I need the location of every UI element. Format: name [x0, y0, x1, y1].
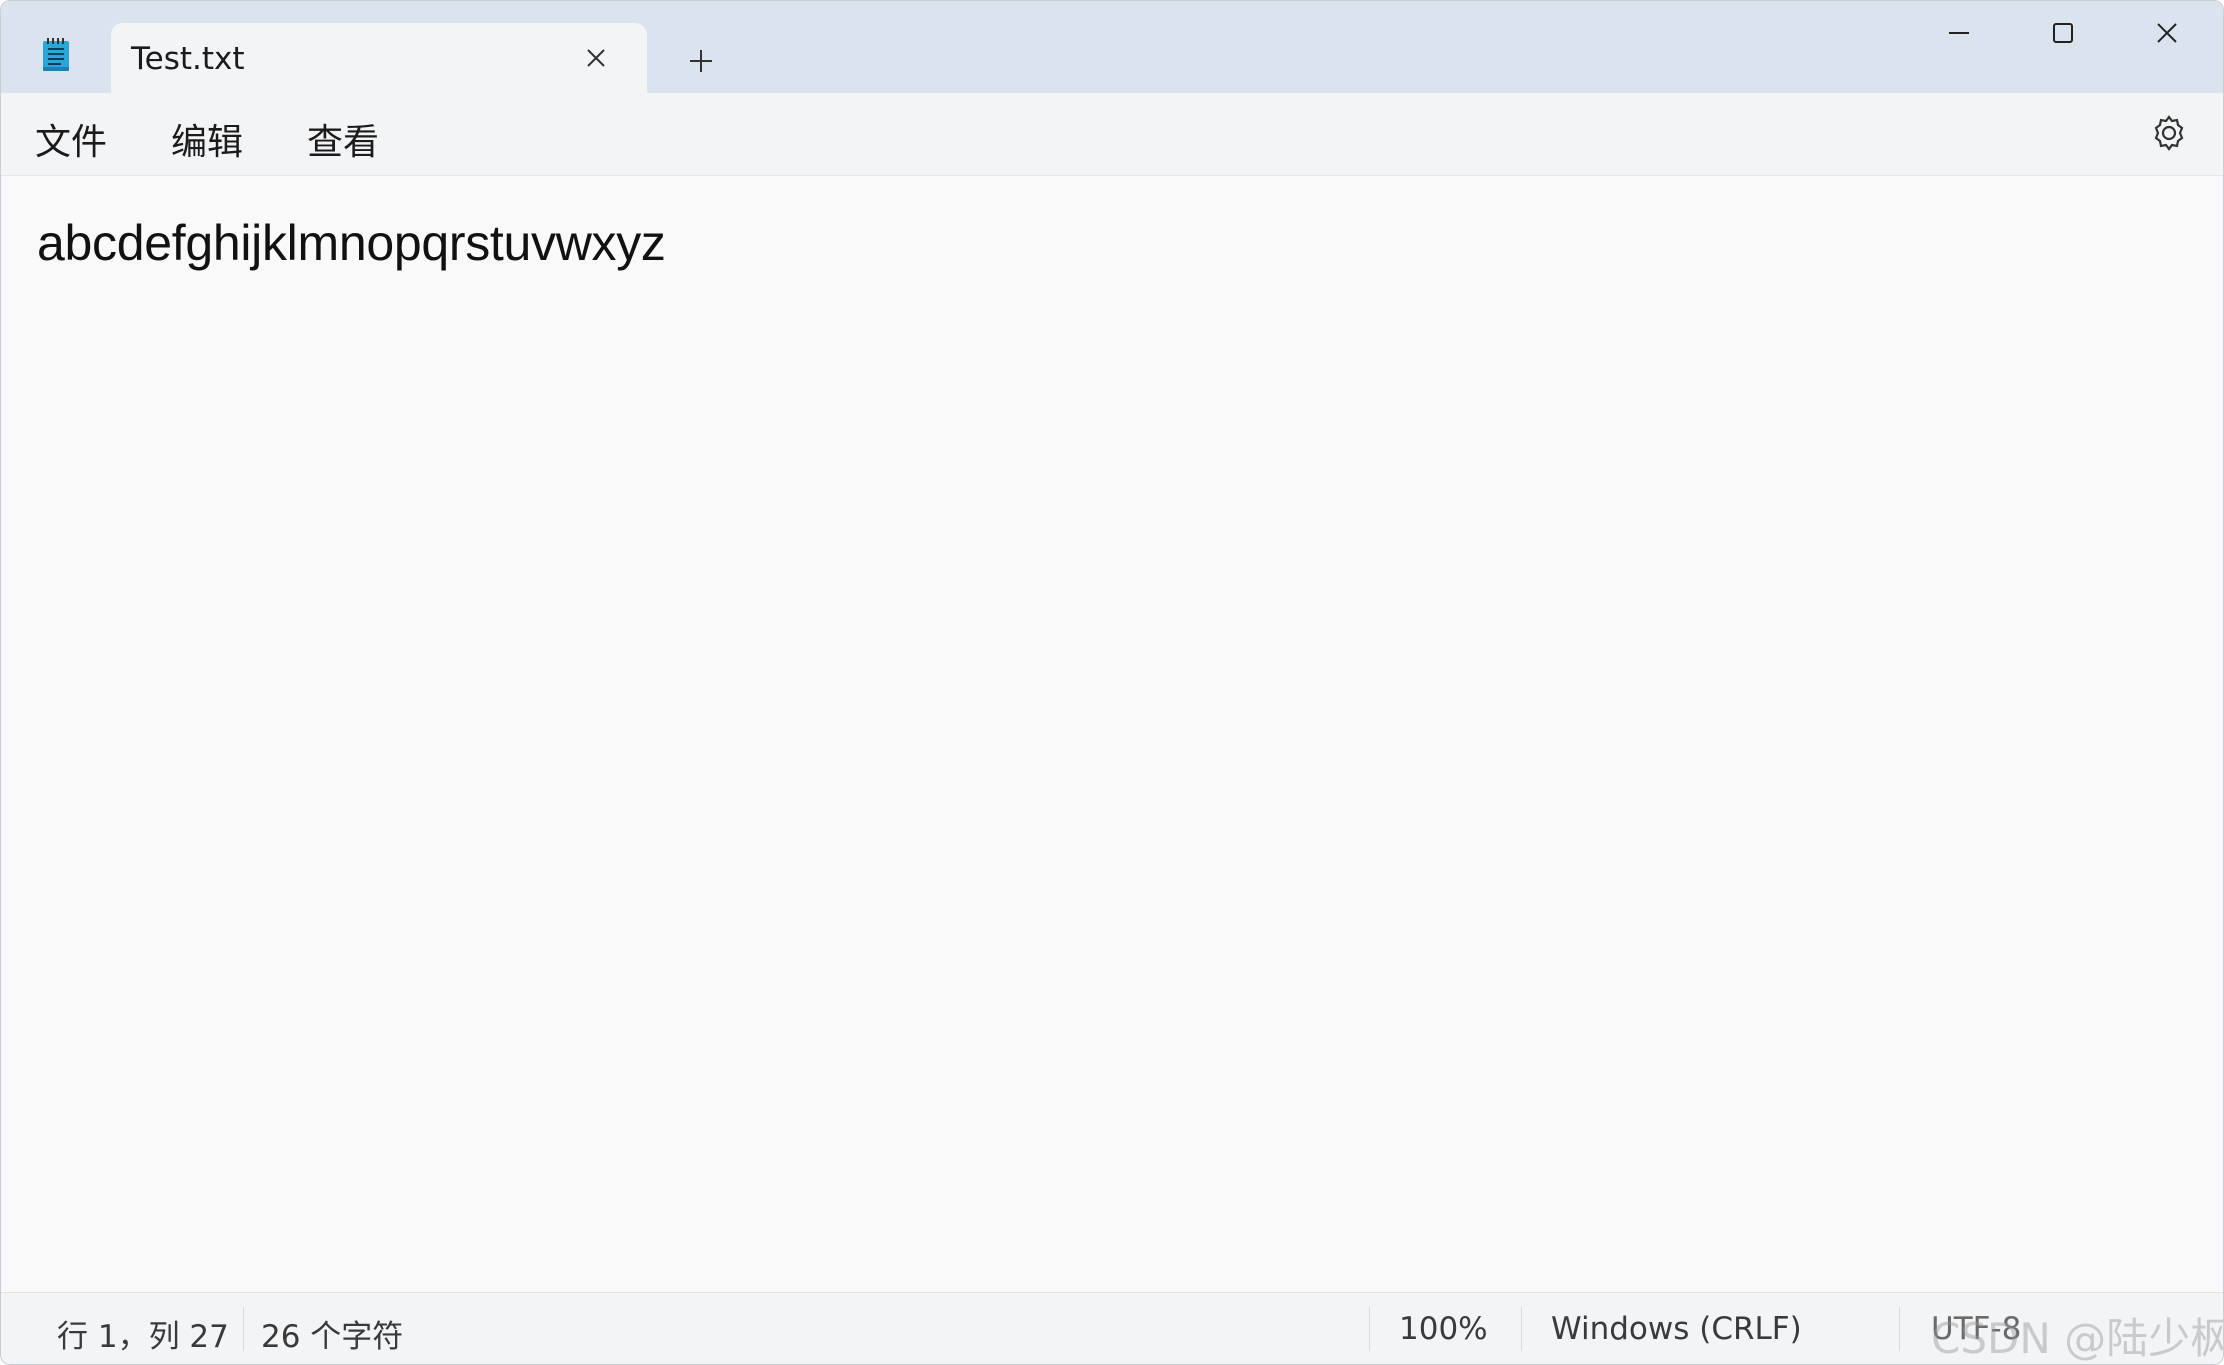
editor-content[interactable]: abcdefghijklmnopqrstuvwxyz: [37, 214, 666, 272]
zoom-level[interactable]: 100%: [1399, 1311, 1488, 1347]
cursor-position: 行 1，列 27: [57, 1319, 229, 1355]
status-separator: [1369, 1307, 1370, 1351]
title-bar: Test.txt: [1, 1, 2223, 93]
menu-file[interactable]: 文件: [35, 113, 107, 165]
maximize-icon[interactable]: [2011, 1, 2115, 65]
line-ending[interactable]: Windows (CRLF): [1551, 1311, 1802, 1347]
text-editor[interactable]: abcdefghijklmnopqrstuvwxyz: [1, 176, 2223, 1292]
tab-test-txt[interactable]: Test.txt: [111, 23, 647, 93]
notepad-icon: [41, 37, 71, 73]
status-separator: [1899, 1307, 1900, 1351]
menu-view[interactable]: 查看: [307, 113, 379, 165]
status-bar: 行 1，列 27 26 个字符 100% Windows (CRLF) UTF-…: [1, 1292, 2224, 1364]
character-count: 26 个字符: [261, 1319, 404, 1355]
gear-icon[interactable]: [2149, 113, 2189, 153]
close-icon[interactable]: [2115, 1, 2219, 65]
minimize-icon[interactable]: [1907, 1, 2011, 65]
watermark: CSDN @陆少枫: [1931, 1314, 2224, 1363]
status-separator: [243, 1307, 244, 1351]
menu-bar: 文件 编辑 查看: [1, 93, 2223, 176]
status-separator: [1521, 1307, 1522, 1351]
tab-title: Test.txt: [131, 41, 245, 77]
tab-close-icon[interactable]: [581, 43, 611, 73]
plus-icon[interactable]: [681, 41, 721, 81]
notepad-window: Test.txt 文件 编辑 查看 abcdefghijklmnopqrstuv…: [0, 0, 2224, 1365]
menu-edit[interactable]: 编辑: [171, 113, 243, 165]
